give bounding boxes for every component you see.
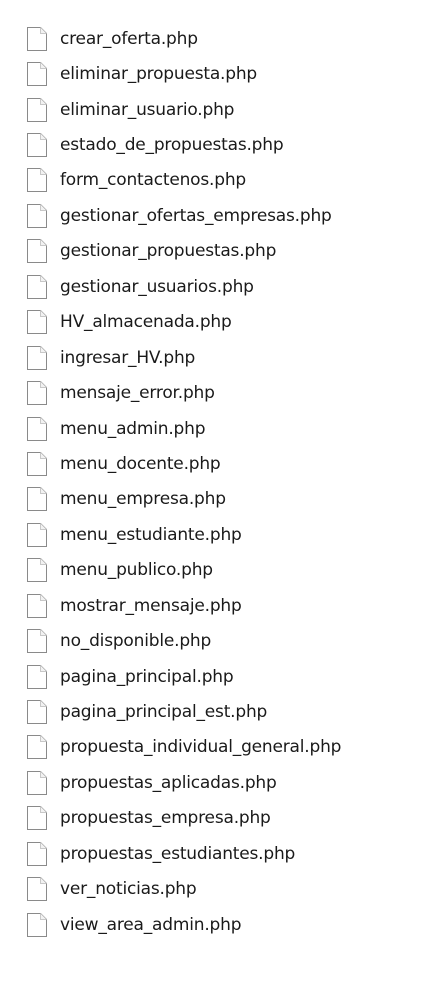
file-name: menu_empresa.php [60, 489, 226, 510]
document-icon [27, 310, 47, 335]
file-list-item[interactable]: estado_de_propuestas.php [26, 127, 416, 162]
file-list-item[interactable]: eliminar_propuesta.php [26, 56, 416, 91]
file-name: propuestas_aplicadas.php [60, 772, 277, 793]
file-name: ver_noticias.php [60, 879, 197, 900]
file-list-item[interactable]: gestionar_ofertas_empresas.php [26, 198, 416, 233]
file-list-item[interactable]: HV_almacenada.php [26, 305, 416, 340]
document-icon [27, 700, 47, 725]
file-list-item[interactable]: eliminar_usuario.php [26, 92, 416, 127]
file-name: propuestas_empresa.php [60, 808, 271, 829]
document-icon [27, 487, 47, 512]
file-list-item[interactable]: propuesta_individual_general.php [26, 730, 416, 765]
document-icon [27, 133, 47, 158]
document-icon [27, 274, 47, 299]
file-name: no_disponible.php [60, 631, 212, 652]
document-icon [27, 735, 47, 760]
file-name: propuesta_individual_general.php [60, 737, 342, 758]
document-icon [27, 381, 47, 406]
file-name: crear_oferta.php [60, 28, 198, 49]
document-icon [27, 912, 47, 937]
document-icon [27, 62, 47, 87]
file-list-item[interactable]: menu_docente.php [26, 446, 416, 481]
file-list-item[interactable]: gestionar_usuarios.php [26, 269, 416, 304]
document-icon [27, 664, 47, 689]
file-list-item[interactable]: view_area_admin.php [26, 907, 416, 942]
file-name: eliminar_usuario.php [60, 99, 235, 120]
document-icon [27, 841, 47, 866]
file-list-item[interactable]: no_disponible.php [26, 623, 416, 658]
file-name: form_contactenos.php [60, 170, 247, 191]
document-icon [27, 558, 47, 583]
file-list-item[interactable]: menu_empresa.php [26, 482, 416, 517]
file-name: gestionar_ofertas_empresas.php [60, 205, 332, 226]
file-list-item[interactable]: propuestas_estudiantes.php [26, 836, 416, 871]
document-icon [27, 168, 47, 193]
document-icon [27, 522, 47, 547]
file-list: crear_oferta.php eliminar_propuesta.php … [26, 21, 416, 942]
file-name: view_area_admin.php [60, 914, 242, 935]
file-list-item[interactable]: mensaje_error.php [26, 375, 416, 410]
document-icon [27, 345, 47, 370]
document-icon [27, 806, 47, 831]
file-name: menu_estudiante.php [60, 524, 242, 545]
file-name: gestionar_propuestas.php [60, 241, 277, 262]
file-name: HV_almacenada.php [60, 312, 232, 333]
file-name: gestionar_usuarios.php [60, 276, 254, 297]
file-list-item[interactable]: mostrar_mensaje.php [26, 588, 416, 623]
document-icon [27, 770, 47, 795]
document-icon [27, 593, 47, 618]
file-name: mensaje_error.php [60, 383, 215, 404]
file-name: propuestas_estudiantes.php [60, 843, 296, 864]
document-icon [27, 451, 47, 476]
file-list-item[interactable]: pagina_principal.php [26, 659, 416, 694]
file-list-item[interactable]: crear_oferta.php [26, 21, 416, 56]
file-list-item[interactable]: menu_admin.php [26, 411, 416, 446]
document-icon [27, 97, 47, 122]
document-icon [27, 629, 47, 654]
file-list-item[interactable]: ingresar_HV.php [26, 340, 416, 375]
file-name: eliminar_propuesta.php [60, 64, 258, 85]
document-icon [27, 416, 47, 441]
file-name: mostrar_mensaje.php [60, 595, 242, 616]
file-list-item[interactable]: propuestas_empresa.php [26, 801, 416, 836]
file-list-item[interactable]: propuestas_aplicadas.php [26, 765, 416, 800]
file-list-item[interactable]: pagina_principal_est.php [26, 694, 416, 729]
file-name: menu_publico.php [60, 560, 213, 581]
file-list-item[interactable]: form_contactenos.php [26, 163, 416, 198]
file-list-item[interactable]: menu_publico.php [26, 553, 416, 588]
file-name: ingresar_HV.php [60, 347, 196, 368]
file-list-item[interactable]: gestionar_propuestas.php [26, 234, 416, 269]
file-name: estado_de_propuestas.php [60, 135, 284, 156]
file-list-item[interactable]: ver_noticias.php [26, 872, 416, 907]
document-icon [27, 877, 47, 902]
document-icon [27, 26, 47, 51]
file-name: pagina_principal_est.php [60, 702, 268, 723]
file-name: menu_admin.php [60, 418, 206, 439]
document-icon [27, 239, 47, 264]
file-list-item[interactable]: menu_estudiante.php [26, 517, 416, 552]
file-name: pagina_principal.php [60, 666, 234, 687]
file-name: menu_docente.php [60, 453, 221, 474]
document-icon [27, 203, 47, 228]
